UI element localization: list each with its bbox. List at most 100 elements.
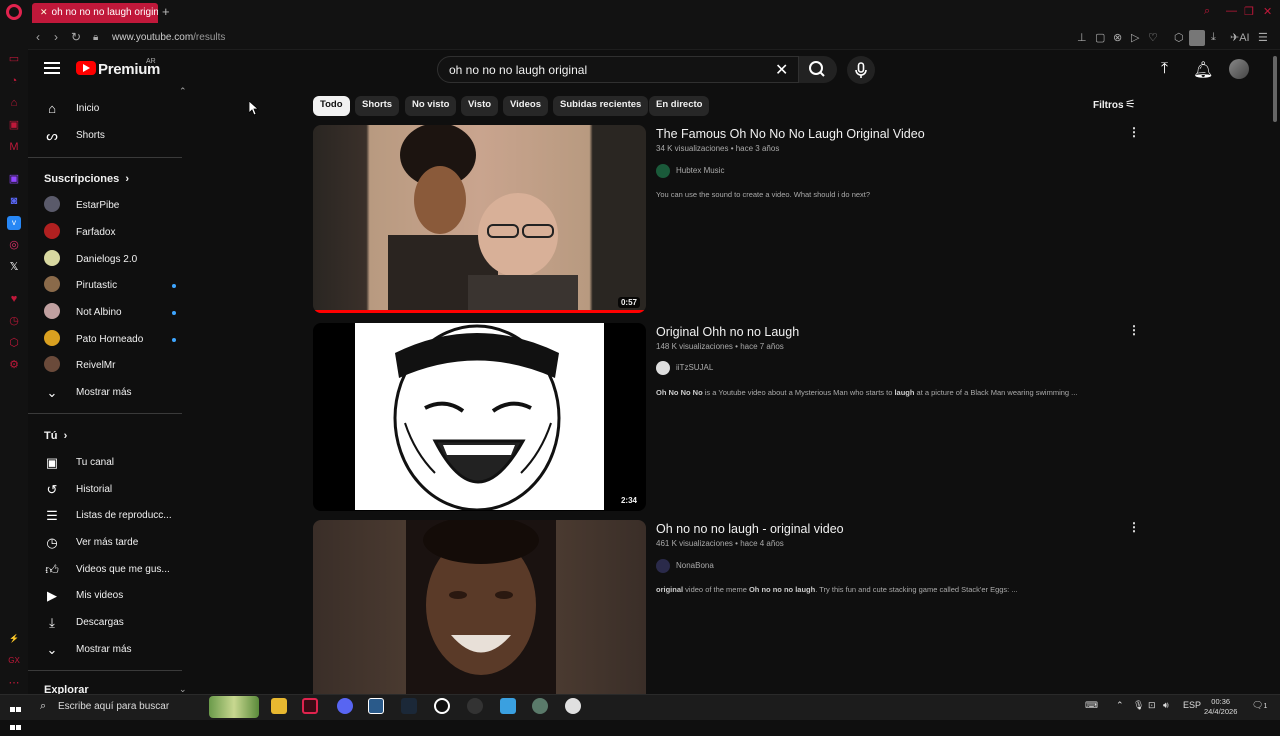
snapshot-icon[interactable]: ▢ bbox=[1095, 31, 1105, 44]
volume-icon[interactable]: 🔊︎ bbox=[1163, 700, 1169, 711]
guide-item-tu-canal[interactable]: ▣ Tu canal bbox=[44, 449, 184, 475]
guide-item-liked-videos[interactable]: 👍︎ Videos que me gus... bbox=[44, 556, 184, 582]
chip-shorts[interactable]: Shorts bbox=[355, 96, 400, 116]
show-more-subscriptions[interactable]: ⌄ Mostrar más bbox=[44, 379, 184, 405]
play-icon[interactable]: ▷ bbox=[1131, 31, 1139, 44]
hamburger-menu-icon[interactable] bbox=[44, 62, 60, 74]
network-icon[interactable]: ⊡ bbox=[1148, 700, 1156, 711]
settings-icon[interactable]: ⚙ bbox=[7, 358, 21, 372]
clock[interactable]: 00:36 24/4/2026 bbox=[1204, 697, 1237, 717]
channel-link[interactable]: Hubtex Music bbox=[656, 164, 724, 178]
gmail-icon[interactable]: M bbox=[7, 140, 21, 154]
media-taskbar-icon[interactable] bbox=[467, 698, 483, 714]
game-taskbar-icon[interactable] bbox=[532, 698, 548, 714]
mic-tray-icon[interactable]: 🎙︎ bbox=[1133, 700, 1144, 711]
subscription-item[interactable]: Pirutastic bbox=[44, 272, 184, 298]
guide-item-shorts[interactable]: ᔕ Shorts bbox=[44, 122, 184, 148]
guide-item-watch-later[interactable]: ◷ Ver más tarde bbox=[44, 529, 184, 555]
x-icon[interactable]: 𝕏 bbox=[7, 260, 21, 274]
chip-videos[interactable]: Videos bbox=[503, 96, 548, 116]
new-tab-button[interactable]: + bbox=[162, 4, 170, 19]
subscription-item[interactable]: Farfadox bbox=[44, 219, 184, 245]
instagram-icon[interactable]: ◎ bbox=[7, 238, 21, 252]
messenger-icon[interactable]: ▣ bbox=[7, 118, 21, 132]
search-tabs-icon[interactable]: ⌕ bbox=[1204, 5, 1210, 18]
vk-icon[interactable]: v bbox=[7, 216, 21, 230]
subscription-item[interactable]: Not Albino bbox=[44, 299, 184, 325]
extensions-icon[interactable]: ⬡ bbox=[1174, 31, 1184, 44]
adblock-icon[interactable]: ⊗ bbox=[1113, 31, 1122, 44]
reload-icon[interactable]: ↻ bbox=[71, 30, 81, 44]
video-thumbnail[interactable] bbox=[313, 520, 646, 694]
subscription-item[interactable]: Pato Horneado bbox=[44, 326, 184, 352]
video-title[interactable]: Original Ohh no no Laugh bbox=[656, 325, 799, 339]
search-input[interactable]: oh no no no laugh original bbox=[437, 56, 799, 83]
you-header[interactable]: Tú › bbox=[44, 430, 67, 442]
easy-setup-icon[interactable]: ☰ bbox=[1258, 31, 1268, 44]
youtube-logo-icon[interactable] bbox=[76, 61, 96, 75]
filters-icon[interactable]: ⚟ bbox=[1125, 97, 1136, 111]
guide-item-historial[interactable]: ↺ Historial bbox=[44, 476, 184, 502]
personal-news-icon[interactable]: ⚡ bbox=[7, 632, 21, 646]
opera-logo-icon[interactable] bbox=[6, 4, 22, 20]
language-indicator[interactable]: ESP bbox=[1183, 700, 1201, 710]
guide-item-playlists[interactable]: ☰ Listas de reproducc... bbox=[44, 502, 184, 528]
page-scrollbar[interactable] bbox=[1273, 56, 1277, 122]
chip-visto[interactable]: Visto bbox=[461, 96, 499, 116]
windows-start-icon[interactable] bbox=[10, 700, 22, 730]
lock-icon[interactable]: 🔒︎ bbox=[93, 32, 98, 43]
steam-taskbar-icon[interactable] bbox=[401, 698, 417, 714]
tab-close-icon[interactable]: ✕ bbox=[40, 7, 48, 17]
video-thumbnail[interactable]: 0:57 bbox=[313, 125, 646, 313]
channel-link[interactable]: NonaBona bbox=[656, 559, 714, 573]
close-window-icon[interactable]: ✕ bbox=[1263, 5, 1272, 18]
subscription-item[interactable]: EstarPibe bbox=[44, 192, 184, 218]
more-actions-icon[interactable]: ⋮ bbox=[1128, 125, 1140, 139]
chip-no-visto[interactable]: No visto bbox=[405, 96, 457, 116]
guide-item-downloads[interactable]: ⤓ Descargas bbox=[44, 609, 184, 635]
profile-picture-icon[interactable] bbox=[1189, 30, 1205, 46]
maximize-icon[interactable]: ❐ bbox=[1244, 5, 1254, 18]
more-sidebar-icon[interactable]: ⋯ bbox=[7, 676, 21, 690]
notifications-icon[interactable]: 🔔︎ bbox=[1193, 60, 1213, 80]
twitch-icon[interactable]: ▣ bbox=[7, 172, 21, 186]
filters-button[interactable]: Filtros bbox=[1093, 100, 1124, 111]
video-thumbnail[interactable]: 2:34 bbox=[313, 323, 646, 511]
chip-todo[interactable]: Todo bbox=[313, 96, 350, 116]
heart-icon[interactable]: ♡ bbox=[1148, 31, 1158, 44]
extensions-sidebar-icon[interactable]: ⬡ bbox=[7, 336, 21, 350]
search-highlight-image[interactable] bbox=[209, 696, 259, 718]
show-more-you[interactable]: ⌄ Mostrar más bbox=[44, 636, 184, 662]
history-sidebar-icon[interactable]: ◷ bbox=[7, 314, 21, 328]
clear-search-icon[interactable]: ✕ bbox=[775, 60, 788, 80]
aria-icon[interactable]: ◔ bbox=[7, 74, 21, 88]
download-icon[interactable]: ⤓ bbox=[1211, 31, 1216, 44]
back-icon[interactable]: ‹ bbox=[36, 30, 40, 44]
shopping-icon[interactable]: ⌂ bbox=[7, 96, 21, 110]
account-avatar[interactable] bbox=[1229, 59, 1249, 79]
ai-icon[interactable]: ✈AI bbox=[1230, 31, 1250, 44]
opera-gx-taskbar-icon[interactable] bbox=[302, 698, 318, 714]
notifications-tray-icon[interactable]: 🗨︎1 bbox=[1252, 700, 1267, 711]
more-actions-icon[interactable]: ⋮ bbox=[1128, 520, 1140, 534]
search-button[interactable] bbox=[799, 56, 837, 83]
chip-subidas-recientes[interactable]: Subidas recientes bbox=[553, 96, 649, 116]
paint-taskbar-icon[interactable] bbox=[500, 698, 516, 714]
workspace-icon[interactable]: ▭ bbox=[7, 52, 21, 66]
more-actions-icon[interactable]: ⋮ bbox=[1128, 323, 1140, 337]
app2-taskbar-icon[interactable] bbox=[565, 698, 581, 714]
epic-taskbar-icon[interactable] bbox=[434, 698, 450, 714]
subscription-item[interactable]: ReivelMr bbox=[44, 352, 184, 378]
forward-icon[interactable]: › bbox=[54, 30, 58, 44]
pin-icon[interactable]: ⊥ bbox=[1077, 31, 1087, 44]
file-explorer-icon[interactable] bbox=[271, 698, 287, 714]
favorites-icon[interactable]: ♥ bbox=[7, 292, 21, 306]
chip-en-directo[interactable]: En directo bbox=[649, 96, 710, 116]
guide-item-my-videos[interactable]: ▶ Mis videos bbox=[44, 582, 184, 608]
video-title[interactable]: Oh no no no laugh - original video bbox=[656, 522, 844, 536]
keyboard-icon[interactable]: ⌨ bbox=[1085, 700, 1098, 711]
discord-icon[interactable]: ◙ bbox=[7, 194, 21, 208]
browser-tab[interactable]: ✕ oh no no no laugh original bbox=[32, 3, 158, 23]
guide-item-inicio[interactable]: ⌂ Inicio bbox=[44, 95, 184, 121]
subscriptions-header[interactable]: Suscripciones › bbox=[44, 173, 129, 185]
